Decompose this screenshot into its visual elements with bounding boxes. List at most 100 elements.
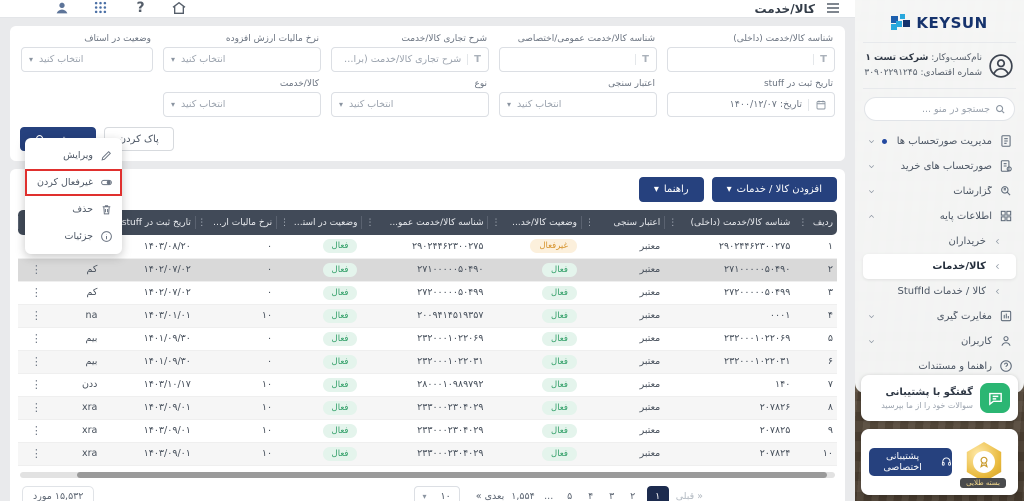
calendar-icon: [808, 99, 827, 111]
chevron-up-icon: [866, 212, 876, 222]
column-menu-icon[interactable]: ⋮: [280, 218, 289, 228]
hamburger-menu-icon[interactable]: [824, 0, 841, 17]
filter-text-f-row1-0[interactable]: T: [667, 47, 835, 72]
chevron-down-icon: ▾: [507, 100, 511, 109]
table-row[interactable]: ۲۲۷۱۰۰۰۰۰۵۰۴۹۰معتبرفعال۲۷۱۰۰۰۰۰۵۰۴۹۰فعال…: [18, 258, 837, 281]
table-row[interactable]: ۱۲۹۰۲۴۴۶۲۳۰۰۲۷۵معتبرغیرفعال۲۹۰۲۴۴۶۲۳۰۰۲۷…: [18, 235, 837, 258]
chevron-down-icon: [866, 312, 876, 322]
chevron-left-icon: [992, 237, 1002, 247]
info-icon: [100, 230, 113, 243]
pagination-next[interactable]: بعدی »: [476, 491, 504, 501]
column-menu-icon[interactable]: ⋮: [798, 218, 807, 228]
sidebar-item-3[interactable]: اطلاعات پایه: [863, 204, 1016, 229]
brand-name: KEYSUN: [916, 14, 987, 32]
reports-icon: [998, 184, 1013, 199]
chevron-down-icon: ▾: [171, 55, 175, 64]
sidebar-item-8[interactable]: کاربران: [863, 329, 1016, 354]
horizontal-scrollbar[interactable]: [20, 472, 835, 478]
filter-select-f-row2-3[interactable]: انتخاب کنید▾: [163, 92, 321, 117]
app-root: KEYSUN نام‌کسب‌وکار: شرکت تست ۱ شماره اق…: [0, 0, 1024, 501]
row-actions-icon[interactable]: ⋮: [18, 396, 55, 419]
row-actions-icon[interactable]: ⋮: [18, 304, 55, 327]
pagination-page-...[interactable]: ...: [542, 491, 556, 501]
context-menu-details[interactable]: جزئیات: [25, 223, 122, 250]
add-goods-button[interactable]: افزودن کالا / خدمات▾: [712, 177, 837, 202]
table-row[interactable]: ۷۱۴۰معتبرفعال۲۸۰۰۰۱۰۹۸۹۷۹۲فعال۱۰۱۴۰۳/۱۰/…: [18, 373, 837, 396]
sidebar-item-0[interactable]: مدیریت صورتحساب ها: [863, 129, 1016, 154]
filter-text-f-row1-2[interactable]: Tشرح تجاری کالا/خدمت (برای نمایش در صورت…: [331, 47, 489, 72]
sidebar-item-2[interactable]: گزارشات: [863, 179, 1016, 204]
column-header-5: وضعیت در استاف⋮: [276, 210, 361, 235]
text-type-icon: T: [635, 54, 649, 65]
column-menu-icon[interactable]: ⋮: [491, 218, 500, 228]
keysun-logo-icon: [891, 13, 911, 33]
status-badge: فعال: [542, 355, 577, 369]
purchase-icon: [998, 159, 1013, 174]
filter-select-f-row2-1[interactable]: انتخاب کنید▾: [499, 92, 657, 117]
sidebar-item-6[interactable]: کالا / خدمات StuffId: [863, 279, 1016, 304]
filters-panel: شناسه کالا/خدمت (داخلی) Tشناسه کالا/خدمت…: [10, 26, 845, 161]
chevron-down-icon: [866, 162, 876, 172]
chevron-down-icon: ▾: [171, 100, 175, 109]
pagination-prev[interactable]: « قبلی: [676, 491, 703, 501]
pagination-page-۱,۵۵۴[interactable]: ۱,۵۵۴: [511, 491, 534, 501]
filter-text-f-row1-1[interactable]: T: [499, 47, 657, 72]
filter-select-f-row1-4[interactable]: انتخاب کنید▾: [21, 47, 153, 72]
gold-package-label: بسته طلایی: [960, 478, 1006, 488]
menu-search-input[interactable]: جستجو در منو ...: [864, 97, 1015, 121]
sidebar-item-5[interactable]: کالا/خدمات: [863, 254, 1016, 279]
sidebar-item-1[interactable]: صورتحساب های خرید: [863, 154, 1016, 179]
context-menu-deactivate[interactable]: غیرفعال کردن: [25, 169, 122, 196]
staff-status-badge: فعال: [323, 378, 358, 392]
table-row[interactable]: ۶۲۳۲۰۰۰۱۰۲۲۰۳۱معتبرفعال۲۳۲۰۰۰۱۰۲۲۰۳۱فعال…: [18, 350, 837, 373]
row-actions-icon[interactable]: ⋮: [18, 442, 55, 465]
pagination-page-۲[interactable]: ۲: [626, 491, 640, 501]
table-row[interactable]: ۹۲۰۷۸۲۵معتبرفعال۲۳۳۰۰۰۲۳۰۴۰۲۹فعال۱۰۱۴۰۳/…: [18, 419, 837, 442]
business-info: نام‌کسب‌وکار: شرکت تست ۱ شماره اقتصادی: …: [863, 43, 1016, 89]
filter-select-f-row1-3[interactable]: انتخاب کنید▾: [163, 47, 321, 72]
filter-select-f-row2-2[interactable]: انتخاب کنید▾: [331, 92, 489, 117]
pagination-page-۵[interactable]: ۵: [563, 491, 577, 501]
economic-code: شماره اقتصادی: ۳۰۹۰۲۲۹۱۲۴۵: [864, 66, 982, 81]
help-dropdown-button[interactable]: راهنما▾: [639, 177, 704, 202]
pagination-page-۳[interactable]: ۳: [605, 491, 619, 501]
pagination-page-۱[interactable]: ۱: [647, 486, 669, 501]
scrollbar-thumb[interactable]: [77, 472, 827, 478]
page-size-select[interactable]: ۱۰ ▾: [414, 486, 460, 501]
column-menu-icon[interactable]: ⋮: [365, 218, 374, 228]
pagination-page-۴[interactable]: ۴: [584, 491, 598, 501]
table-row[interactable]: ۸۲۰۷۸۲۶معتبرفعال۲۳۳۰۰۰۲۳۰۴۰۲۹فعال۱۰۱۴۰۳/…: [18, 396, 837, 419]
dedicated-support-button[interactable]: پشتیبانی اختصاصی: [869, 448, 952, 476]
row-actions-icon[interactable]: ⋮: [18, 327, 55, 350]
support-subtitle: سوالات خود را از ما بپرسید: [881, 401, 973, 410]
row-actions-icon[interactable]: ⋮: [18, 258, 55, 281]
table-row[interactable]: ۵۲۳۲۰۰۰۱۰۲۲۰۶۹معتبرفعال۲۳۲۰۰۰۱۰۲۲۰۶۹فعال…: [18, 327, 837, 350]
context-menu-edit[interactable]: ویرایش: [25, 142, 122, 169]
grid-icon: [998, 209, 1013, 224]
status-badge: غیرفعال: [530, 239, 577, 253]
context-menu-delete[interactable]: حذف: [25, 196, 122, 223]
sidebar-item-4[interactable]: خریداران: [863, 229, 1016, 254]
user-icon[interactable]: [54, 0, 71, 17]
support-chat-card[interactable]: گفتگو با پشتیبانی سوالات خود را از ما بپ…: [861, 375, 1018, 421]
help-icon[interactable]: ?: [132, 0, 149, 17]
table-row[interactable]: ۴۰۰۰۱معتبرفعال۲۰۰۹۴۱۴۵۱۹۳۵۷فعال۱۰۱۴۰۳/۰۱…: [18, 304, 837, 327]
chevron-down-icon: [866, 187, 876, 197]
column-menu-icon[interactable]: ⋮: [585, 218, 594, 228]
total-count: ۱۵,۵۳۲ مورد: [22, 486, 94, 501]
column-menu-icon[interactable]: ⋮: [199, 218, 206, 228]
row-actions-icon[interactable]: ⋮: [18, 281, 55, 304]
row-actions-icon[interactable]: ⋮: [18, 373, 55, 396]
column-header-4: شناسه کالا/خدمت عمو...⋮: [361, 210, 487, 235]
column-menu-icon[interactable]: ⋮: [668, 218, 677, 228]
apps-grid-icon[interactable]: [93, 0, 110, 17]
filter-date-f-row2-0[interactable]: تاریخ: ۱۴۰۰/۱۲/۰۷: [667, 92, 835, 117]
table-row[interactable]: ۱۰۲۰۷۸۲۴معتبرفعال۲۳۳۰۰۰۲۳۰۴۰۲۹فعال۱۰۱۴۰۳…: [18, 442, 837, 465]
main-area: کالا/خدمت ? شناسه کالا/خدمت (داخلی) Tشنا…: [0, 0, 855, 501]
row-actions-icon[interactable]: ⋮: [18, 419, 55, 442]
sidebar-item-7[interactable]: مغایرت گیری: [863, 304, 1016, 329]
home-icon[interactable]: [171, 0, 188, 17]
compare-icon: [998, 309, 1013, 324]
row-actions-icon[interactable]: ⋮: [18, 350, 55, 373]
table-row[interactable]: ۳۲۷۲۰۰۰۰۰۵۰۴۹۹معتبرفعال۲۷۲۰۰۰۰۰۵۰۴۹۹فعال…: [18, 281, 837, 304]
